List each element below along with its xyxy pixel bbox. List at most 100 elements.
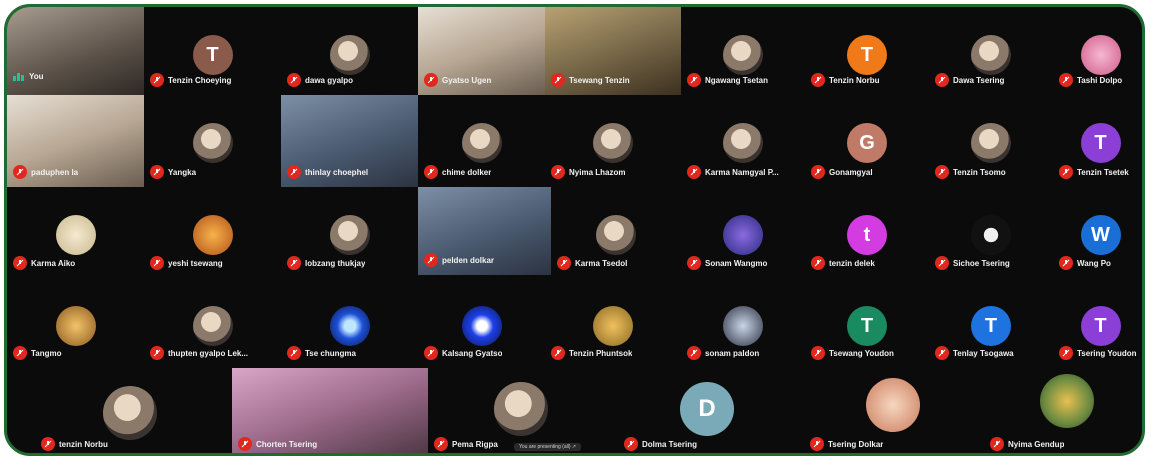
participant-tile[interactable]: Yangka [144, 95, 281, 187]
presenting-banner[interactable]: You are presenting (all) ↗ [514, 443, 582, 451]
participant-tile[interactable]: Tenzin Phuntsok [545, 278, 681, 368]
mic-muted-icon [935, 165, 949, 179]
participant-name: Karma Aiko [31, 258, 76, 268]
avatar [329, 215, 370, 255]
participant-name: Tsewang Youdon [829, 348, 894, 358]
participant-tile[interactable]: Chorten Tsering [232, 368, 428, 453]
mic-muted-icon [811, 165, 825, 179]
participant-name: Nyima Gendup [1008, 439, 1065, 449]
mic-muted-icon [424, 346, 438, 360]
participant-tile[interactable]: paduphen la [7, 95, 144, 187]
mic-muted-icon [551, 165, 565, 179]
participant-tile[interactable]: yeshi tsewang [144, 187, 281, 278]
avatar [192, 123, 233, 163]
participant-tile[interactable]: T Tenzin Norbu [805, 7, 929, 95]
participant-tile[interactable]: Tenzin Tsomo [929, 95, 1053, 187]
avatar [329, 35, 370, 75]
avatar [55, 306, 96, 346]
participant-tile[interactable]: sonam paldon [681, 278, 805, 368]
participant-tile[interactable]: You [7, 7, 144, 95]
participant-name: Yangka [168, 167, 197, 177]
participant-tile[interactable]: Tangmo [7, 278, 144, 368]
mic-muted-icon [41, 437, 55, 451]
participant-tile[interactable]: Dawa Tsering [929, 7, 1053, 95]
mic-muted-icon [1059, 165, 1073, 179]
participant-name: Tashi Dolpo [1077, 75, 1123, 85]
participant-tile[interactable]: D Dolma Tsering [614, 368, 800, 453]
participant-name: Ngawang Tsetan [705, 75, 768, 85]
participant-name: yeshi tsewang [168, 258, 223, 268]
participant-name: thinlay choephel [305, 167, 369, 177]
participant-name: Karma Tsedol [575, 258, 628, 268]
mic-muted-icon [287, 73, 301, 87]
participant-tile[interactable]: Karma Aiko [7, 187, 144, 278]
participant-name: Tsering Youdon [1077, 348, 1137, 358]
mic-muted-icon [1059, 256, 1073, 270]
participant-name: Dolma Tsering [642, 439, 697, 449]
avatar [971, 35, 1011, 75]
participant-tile[interactable]: dawa gyalpo [281, 7, 418, 95]
participant-name: Gyatso Ugen [442, 75, 492, 85]
participant-tile[interactable]: pelden dolkar [418, 187, 551, 275]
mic-muted-icon [687, 165, 701, 179]
mic-muted-icon [1059, 73, 1073, 87]
participant-name: dawa gyalpo [305, 75, 354, 85]
mic-muted-icon [687, 256, 701, 270]
participant-name: Sonam Wangmo [705, 258, 768, 268]
participant-tile[interactable]: Tashi Dolpo [1053, 7, 1142, 95]
participant-name: Karma Namgyal P... [705, 167, 779, 177]
mic-muted-icon [287, 346, 301, 360]
participant-tile[interactable]: T Tsewang Youdon [805, 278, 929, 368]
participant-tile[interactable]: Kalsang Gyatso [418, 278, 545, 368]
participant-tile[interactable]: Sonam Wangmo [681, 187, 805, 278]
participant-name: paduphen la [31, 167, 79, 177]
mic-muted-icon [551, 346, 565, 360]
avatar: T [1080, 123, 1121, 163]
participant-tile[interactable]: Karma Namgyal P... [681, 95, 805, 187]
participant-tile[interactable]: G Gonamgyal [805, 95, 929, 187]
mic-muted-icon [150, 73, 164, 87]
participant-tile[interactable]: chime dolker [418, 95, 545, 187]
avatar [1080, 35, 1121, 75]
participant-tile[interactable]: Ngawang Tsetan [681, 7, 805, 95]
participant-tile[interactable]: T Tenzin Choeying [144, 7, 281, 95]
video-grid-frame: You T Tenzin Choeying dawa gyalpo Gyatso… [4, 4, 1145, 456]
avatar [971, 215, 1011, 255]
participant-name: Chorten Tsering [256, 439, 318, 449]
mic-muted-icon [13, 346, 27, 360]
avatar [593, 306, 633, 346]
participant-tile[interactable]: tenzin Norbu [27, 368, 232, 453]
mic-muted-icon [557, 256, 571, 270]
mic-muted-icon [13, 256, 27, 270]
participant-tile[interactable]: Sichoe Tsering [929, 187, 1053, 278]
participant-tile[interactable]: lobzang thukjay [281, 187, 418, 278]
participant-tile[interactable]: Karma Tsedol [551, 187, 681, 278]
participant-tile[interactable]: T Tenzin Tsetek [1053, 95, 1142, 187]
participant-tile[interactable]: Tse chungma [281, 278, 418, 368]
avatar: G [847, 123, 887, 163]
participant-name: Pema Rigpa [452, 439, 498, 449]
participant-name: chime dolker [442, 167, 492, 177]
mic-muted-icon [810, 437, 824, 451]
participant-tile[interactable]: T Tenlay Tsogawa [929, 278, 1053, 368]
participant-tile[interactable]: Nyima Lhazom [545, 95, 681, 187]
participant-name: lobzang thukjay [305, 258, 366, 268]
participant-tile[interactable]: T Tsering Youdon [1053, 278, 1142, 368]
mic-muted-icon [287, 256, 301, 270]
participant-tile[interactable]: Tsewang Tenzin [545, 7, 681, 95]
mic-muted-icon [424, 165, 438, 179]
participant-tile[interactable]: Tsering Dolkar [800, 368, 986, 453]
participant-tile[interactable]: W Wang Po [1053, 187, 1142, 278]
mic-muted-icon [434, 437, 448, 451]
avatar: T [971, 306, 1011, 346]
participant-tile[interactable]: thinlay choephel [281, 95, 418, 187]
avatar [55, 215, 96, 255]
participant-tile[interactable]: thupten gyalpo Lek... [144, 278, 281, 368]
mic-muted-icon [935, 256, 949, 270]
avatar: T [847, 306, 887, 346]
participant-tile[interactable]: Nyima Gendup [986, 368, 1142, 453]
speaking-indicator: You [13, 72, 44, 81]
participant-tile[interactable]: t tenzin delek [805, 187, 929, 278]
participant-name: Tsering Dolkar [828, 439, 884, 449]
participant-tile[interactable]: Gyatso Ugen [418, 7, 545, 95]
